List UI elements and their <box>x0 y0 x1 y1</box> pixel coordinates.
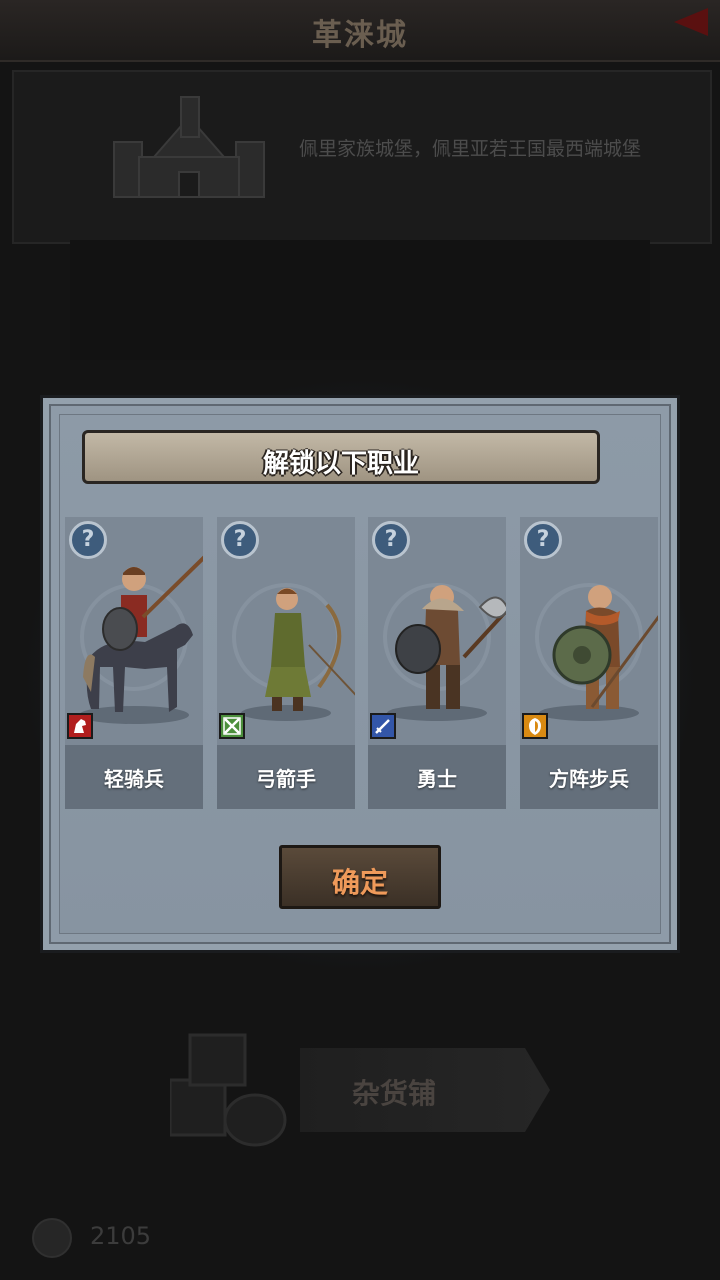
sword-icon <box>370 713 396 739</box>
confirm-button[interactable]: 确定 <box>279 845 441 909</box>
coin-count: 2105 <box>90 1222 152 1250</box>
class-name: 轻骑兵 <box>104 767 164 791</box>
help-icon[interactable]: ? <box>372 521 410 559</box>
class-name: 勇士 <box>417 767 457 791</box>
top-bar: 革涞城 <box>0 0 720 62</box>
castle-panel: 佩里家族城堡，佩里亚若王国最西端城堡 <box>12 70 712 244</box>
confirm-label: 确定 <box>331 866 388 899</box>
page-title: 革涞城 <box>312 18 408 53</box>
dialog-title: 解锁以下职业 <box>262 449 419 479</box>
background-strip <box>70 240 650 360</box>
crossed-arrows-icon <box>219 713 245 739</box>
shop-label: 杂货铺 <box>352 1077 437 1110</box>
class-card-archer[interactable]: ? 弓箭手 <box>217 517 355 809</box>
shield-icon <box>522 713 548 739</box>
class-card-phalanx[interactable]: ? 方阵步兵 <box>520 517 658 809</box>
class-name: 方阵步兵 <box>549 767 629 791</box>
coin-icon <box>32 1218 72 1258</box>
class-card-warrior[interactable]: ? 勇士 <box>368 517 506 809</box>
horse-icon <box>67 713 93 739</box>
castle-icon <box>113 96 265 198</box>
class-name: 弓箭手 <box>256 767 316 791</box>
back-arrow-icon[interactable] <box>674 8 708 36</box>
help-icon[interactable]: ? <box>524 521 562 559</box>
castle-description: 佩里家族城堡，佩里亚若王国最西端城堡 <box>299 138 642 160</box>
help-icon[interactable]: ? <box>221 521 259 559</box>
class-card-light-cavalry[interactable]: ? 轻骑兵 <box>65 517 203 809</box>
dialog-title-banner: 解锁以下职业 <box>82 430 600 484</box>
help-icon[interactable]: ? <box>69 521 107 559</box>
